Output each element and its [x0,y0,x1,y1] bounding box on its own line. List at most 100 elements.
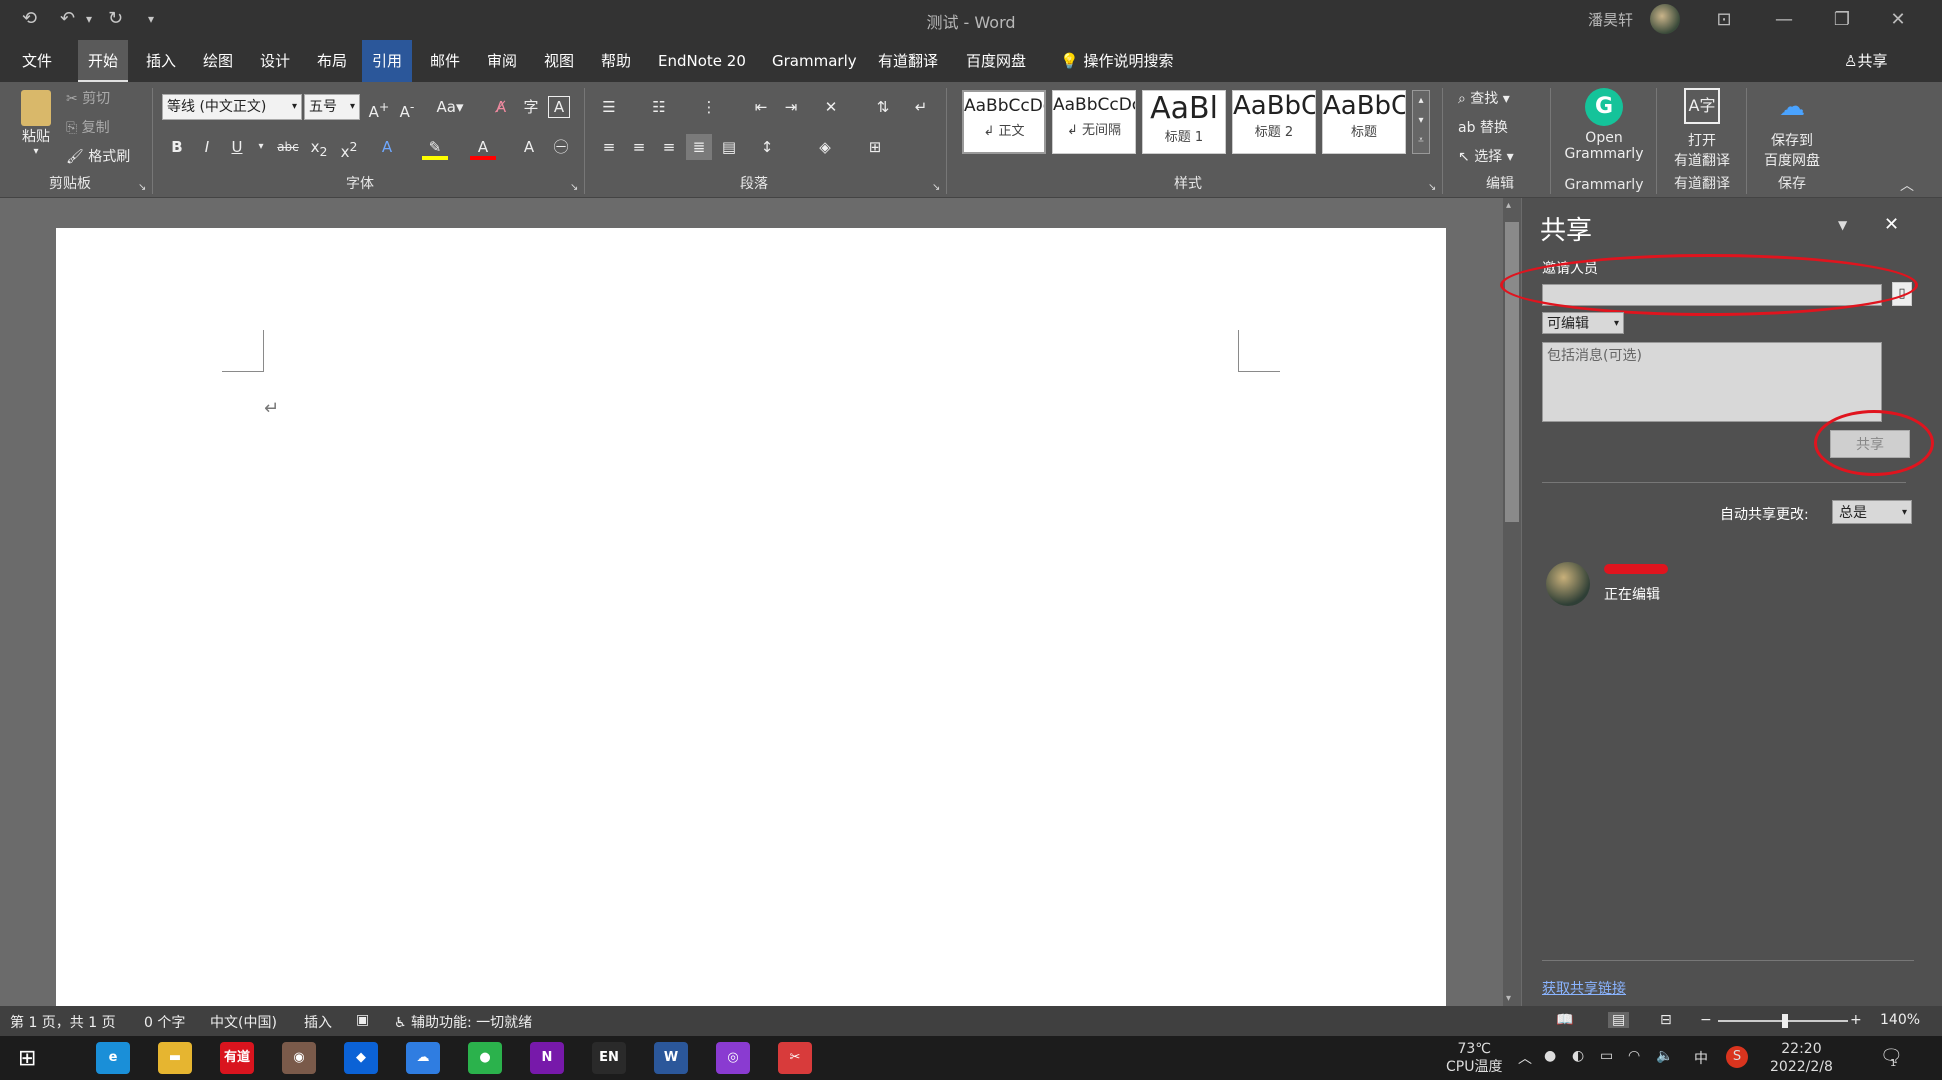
tab-review[interactable]: 审阅 [477,40,527,82]
web-layout-icon[interactable]: ⊟ [1660,1012,1672,1028]
align-left-icon[interactable]: ≡ [596,134,622,160]
wechat-icon[interactable]: ● [468,1042,502,1074]
font-color-icon[interactable]: A [470,134,496,160]
more-styles-icon[interactable]: ⩡ [1413,131,1429,151]
tab-view[interactable]: 视图 [534,40,584,82]
wechat-tray-icon[interactable]: ● [1544,1048,1556,1064]
ime-indicator[interactable]: 中 [1694,1048,1708,1068]
qq-tray-icon[interactable]: ◐ [1572,1048,1584,1064]
text-effects-icon[interactable]: A [374,134,400,160]
tab-insert[interactable]: 插入 [136,40,186,82]
show-marks-icon[interactable]: ↵ [908,94,934,120]
chevron-down-icon[interactable]: ▾ [1413,111,1429,131]
distributed-icon[interactable]: ▤ [716,134,742,160]
tab-layout[interactable]: 布局 [307,40,357,82]
read-mode-icon[interactable]: 📖 [1556,1012,1573,1028]
multilevel-list-icon[interactable]: ⋮ [696,94,722,120]
cpu-temp[interactable]: 73℃ CPU温度 [1446,1040,1502,1076]
snipping-icon[interactable]: ✂ [778,1042,812,1074]
dialog-launcher-icon[interactable]: ↘ [570,182,578,193]
accessibility-status[interactable]: ♿ 辅助功能: 一切就绪 [394,1012,532,1032]
avatar-app-icon[interactable]: ◉ [282,1042,316,1074]
tell-me-search[interactable]: 💡 操作说明搜索 [1050,40,1183,82]
format-painter-button[interactable]: 🖌 格式刷 [66,146,130,166]
paste-button[interactable]: 粘贴 ▾ [14,88,58,162]
replace-button[interactable]: ab 替换 [1458,117,1508,137]
endnote-icon[interactable]: EN [592,1042,626,1074]
cut-button[interactable]: ✂ 剪切 [66,88,110,108]
underline-dropdown-icon[interactable]: ▾ [248,134,274,160]
minimize-icon[interactable]: — [1756,4,1812,36]
line-spacing-icon[interactable]: ↕ [754,134,780,160]
pane-options-icon[interactable]: ▼ [1838,218,1847,232]
shading-icon[interactable]: ◈ [812,134,838,160]
zoom-level[interactable]: 140% [1880,1012,1920,1028]
tab-grammarly[interactable]: Grammarly [762,40,867,82]
align-center-icon[interactable]: ≡ [626,134,652,160]
open-youdao-button[interactable]: A字 打开 有道翻译 [1662,88,1742,170]
tab-endnote[interactable]: EndNote 20 [648,40,756,82]
share-top-button[interactable]: ♙共享 [1834,40,1897,82]
word-icon[interactable]: W [654,1042,688,1074]
find-button[interactable]: ⌕ 查找 ▾ [1458,88,1510,108]
tab-help[interactable]: 帮助 [591,40,641,82]
shrink-font-icon[interactable]: A- [394,94,420,121]
style-no-spacing[interactable]: AaBbCcDc ↲ 无间隔 [1052,90,1136,154]
user-avatar[interactable] [1650,4,1680,34]
insert-mode[interactable]: 插入 [304,1012,332,1032]
dropbox-icon[interactable]: ◆ [344,1042,378,1074]
bold-icon[interactable]: B [164,134,190,160]
decrease-indent-icon[interactable]: ⇤ [748,94,774,120]
sort-icon[interactable]: ⇅ [870,94,896,120]
copy-button[interactable]: ⎘ 复制 [66,117,110,137]
increase-indent-icon[interactable]: ⇥ [778,94,804,120]
tab-file[interactable]: 文件 [12,40,62,82]
close-icon[interactable]: ✕ [1870,4,1926,36]
tab-references[interactable]: 引用 [362,40,413,82]
tab-youdao[interactable]: 有道翻译 [868,40,948,82]
scroll-down-icon[interactable]: ▾ [1506,993,1511,1004]
superscript-icon[interactable]: x2 [336,134,362,161]
sogou-icon[interactable]: S [1726,1046,1748,1068]
style-heading-2[interactable]: AaBbC 标题 2 [1232,90,1316,154]
italic-icon[interactable]: I [194,134,220,160]
macro-record-icon[interactable]: ▣ [356,1012,369,1028]
scroll-thumb[interactable] [1505,222,1519,522]
youdao-icon[interactable]: 有道 [220,1042,254,1074]
print-layout-icon[interactable]: ▤ [1608,1012,1630,1028]
tab-draw[interactable]: 绘图 [193,40,243,82]
zoom-out-button[interactable]: − [1700,1012,1712,1028]
justify-icon[interactable]: ≣ [686,134,712,160]
page-count[interactable]: 第 1 页，共 1 页 [10,1012,116,1032]
borders-icon[interactable]: ⊞ [862,134,888,160]
highlight-icon[interactable]: ✎ [422,134,448,160]
ribbon-display-icon[interactable]: ⊡ [1696,4,1752,36]
restore-icon[interactable]: ❐ [1814,4,1870,36]
tab-design[interactable]: 设计 [250,40,300,82]
clock[interactable]: 22:20 2022/2/8 [1770,1040,1833,1076]
select-button[interactable]: ↖ 选择 ▾ [1458,146,1514,166]
zotero-like-icon[interactable]: ◎ [716,1042,750,1074]
enclose-char-icon[interactable]: ㊀ [548,134,574,160]
permission-select[interactable]: 可编辑 ▾ [1542,312,1624,334]
font-size-combo[interactable]: 五号 ▾ [304,94,360,120]
close-pane-icon[interactable]: ✕ [1884,214,1899,235]
battery-icon[interactable]: ▭ [1600,1048,1613,1064]
baidu-netdisk-icon[interactable]: ☁ [406,1042,440,1074]
strikethrough-icon[interactable]: abc [272,134,304,160]
auto-share-select[interactable]: 总是 ▾ [1832,500,1912,524]
style-title[interactable]: AaBbC 标题 [1322,90,1406,154]
language-indicator[interactable]: 中文(中国) [210,1012,277,1032]
zoom-slider-thumb[interactable] [1782,1014,1788,1028]
tab-mailings[interactable]: 邮件 [420,40,470,82]
start-icon[interactable]: ⊞ [18,1046,36,1071]
grow-font-icon[interactable]: A+ [366,94,392,121]
font-name-combo[interactable]: 等线 (中文正文) ▾ [162,94,302,120]
get-share-link[interactable]: 获取共享链接 [1542,978,1626,998]
char-shading-icon[interactable]: A [516,134,542,160]
edge-icon[interactable]: e [96,1042,130,1074]
volume-icon[interactable]: 🔈 [1656,1048,1673,1064]
chinese-layout-icon[interactable]: ✕ [818,94,844,120]
word-count[interactable]: 0 个字 [144,1012,185,1032]
message-textarea[interactable]: 包括消息(可选) [1542,342,1882,422]
